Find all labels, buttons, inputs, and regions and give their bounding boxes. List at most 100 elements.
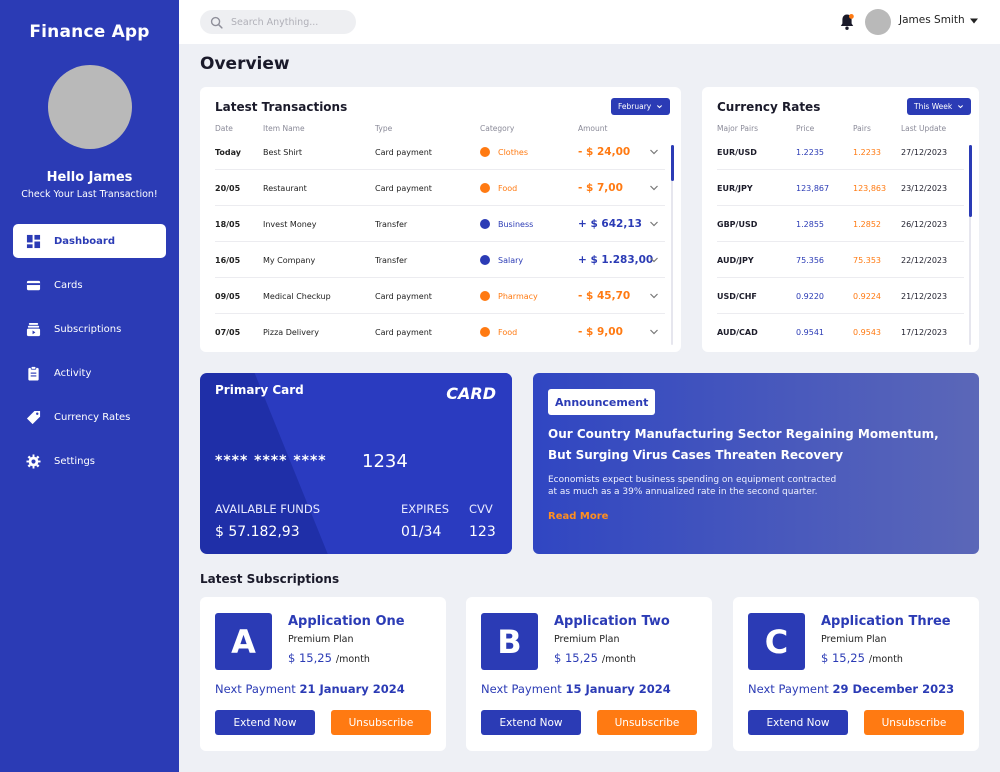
tx-type: Card payment <box>375 183 432 193</box>
transactions-month-dropdown[interactable]: February <box>611 98 671 115</box>
table-row[interactable]: AUD/JPY 75.356 75.353 22/12/2023 <box>717 242 964 278</box>
sidebar-item-currency-rates[interactable]: Currency Rates <box>13 400 166 434</box>
transactions-scroll-thumb[interactable] <box>671 145 674 181</box>
currency-last-update: 22/12/2023 <box>901 255 948 265</box>
currency-price: 0.9220 <box>796 291 824 301</box>
currency-scroll-thumb[interactable] <box>969 145 972 217</box>
bell-icon[interactable] <box>839 13 855 31</box>
sidebar-item-cards[interactable]: Cards <box>13 268 166 302</box>
app-letter-icon: B <box>481 613 538 670</box>
sidebar-item-label: Settings <box>54 455 96 467</box>
next-payment-label: Next Payment <box>481 682 562 696</box>
table-row[interactable]: Today Best Shirt Card payment Clothes - $ 24… <box>215 134 665 170</box>
dropdown-value: February <box>618 102 652 111</box>
sidebar-item-subscriptions[interactable]: Subscriptions <box>13 312 166 346</box>
page-title: Overview <box>200 54 290 74</box>
row-expand[interactable] <box>649 170 659 206</box>
tx-type: Card payment <box>375 327 432 337</box>
currency-pair: USD/CHF <box>717 291 757 301</box>
column-header: Major Pairs <box>717 124 759 133</box>
user-avatar[interactable] <box>865 9 891 35</box>
tx-item: Restaurant <box>263 183 307 193</box>
unsubscribe-button[interactable]: Unsubscribe <box>864 710 964 735</box>
table-row[interactable]: 07/05 Pizza Delivery Card payment Food - $ 9… <box>215 314 665 350</box>
extend-now-button[interactable]: Extend Now <box>748 710 848 735</box>
table-row[interactable]: AUD/CAD 0.9541 0.9543 17/12/2023 <box>717 314 964 350</box>
unsubscribe-button[interactable]: Unsubscribe <box>331 710 431 735</box>
category-dot <box>480 183 490 193</box>
chevron-down-icon <box>657 105 663 109</box>
extend-now-button[interactable]: Extend Now <box>481 710 581 735</box>
caret-down-icon[interactable] <box>969 17 979 25</box>
read-more-link[interactable]: Read More <box>548 511 608 522</box>
headline-line: Our Country Manufacturing Sector Regaini… <box>548 427 939 441</box>
category-dot <box>480 327 490 337</box>
subscription-price: $ 15,25/month <box>821 651 903 665</box>
price-period: /month <box>335 654 370 665</box>
chevron-down-icon <box>650 221 658 227</box>
tx-date: 18/05 <box>215 219 241 229</box>
profile-avatar[interactable] <box>48 65 132 149</box>
currency-last-update: 21/12/2023 <box>901 291 948 301</box>
row-expand[interactable] <box>649 278 659 314</box>
headline-line: But Surging Virus Cases Threaten Recover… <box>548 448 844 462</box>
user-name[interactable]: James Smith <box>899 14 965 26</box>
sidebar-item-dashboard[interactable]: Dashboard <box>13 224 166 258</box>
currency-price: 1.2855 <box>796 219 824 229</box>
currency-last-update: 23/12/2023 <box>901 183 948 193</box>
table-row[interactable]: EUR/USD 1.2235 1.2233 27/12/2023 <box>717 134 964 170</box>
table-row[interactable]: 09/05 Medical Checkup Card payment Pharmacy… <box>215 278 665 314</box>
extend-now-button[interactable]: Extend Now <box>215 710 315 735</box>
currency-last-update: 17/12/2023 <box>901 327 948 337</box>
table-row[interactable]: GBP/USD 1.2855 1.2852 26/12/2023 <box>717 206 964 242</box>
table-row[interactable]: 18/05 Invest Money Transfer Business + $ 642… <box>215 206 665 242</box>
price-value: $ 15,25 <box>288 651 332 665</box>
row-expand[interactable] <box>649 242 659 278</box>
currency-period-dropdown[interactable]: This Week <box>907 98 972 115</box>
row-expand[interactable] <box>649 314 659 350</box>
next-payment-label: Next Payment <box>748 682 829 696</box>
funds-value: $ 57.182,93 <box>215 524 300 540</box>
card-brand: CARD <box>446 384 496 403</box>
app-letter-icon: A <box>215 613 272 670</box>
currency-price: 0.9541 <box>796 327 824 337</box>
table-row[interactable]: EUR/JPY 123,867 123,863 23/12/2023 <box>717 170 964 206</box>
tx-item: Invest Money <box>263 219 317 229</box>
next-payment-date: 21 January 2024 <box>299 682 405 696</box>
chevron-down-icon <box>958 105 964 109</box>
body-line: at as much as a 39% annualized rate in t… <box>548 487 818 497</box>
column-header: Amount <box>578 124 608 133</box>
table-row[interactable]: USD/CHF 0.9220 0.9224 21/12/2023 <box>717 278 964 314</box>
card-last4: 1234 <box>362 451 408 472</box>
sidebar-item-settings[interactable]: Settings <box>13 444 166 478</box>
next-payment: Next Payment 15 January 2024 <box>481 682 671 696</box>
tx-amount: + $ 642,13 <box>578 218 642 230</box>
tx-category: Food <box>480 314 517 350</box>
price-period: /month <box>868 654 903 665</box>
category-label: Pharmacy <box>498 291 538 301</box>
tx-type: Transfer <box>375 255 408 265</box>
tx-type: Transfer <box>375 219 408 229</box>
currency-pair: EUR/JPY <box>717 183 753 193</box>
table-row[interactable]: 20/05 Restaurant Card payment Food - $ 7,00 <box>215 170 665 206</box>
table-row[interactable]: 16/05 My Company Transfer Salary + $ 1.283,0… <box>215 242 665 278</box>
credit-card-icon <box>26 280 41 290</box>
app-letter-icon: C <box>748 613 805 670</box>
tx-type: Card payment <box>375 291 432 301</box>
unsubscribe-button[interactable]: Unsubscribe <box>597 710 697 735</box>
primary-card[interactable]: Primary Card CARD **** **** **** 1234 AV… <box>200 373 512 554</box>
announcement-body: Economists expect business spending on e… <box>548 474 928 498</box>
row-expand[interactable] <box>649 206 659 242</box>
tx-date: Today <box>215 147 241 157</box>
tx-item: Pizza Delivery <box>263 327 319 337</box>
search-input[interactable] <box>231 16 346 28</box>
currency-pairs: 0.9543 <box>853 327 881 337</box>
subscription-name: Application One <box>288 614 405 629</box>
sidebar-nav: Dashboard Cards Subscriptions Activity C… <box>13 224 166 488</box>
row-expand[interactable] <box>649 134 659 170</box>
subscription-plan: Premium Plan <box>554 634 620 645</box>
sidebar-item-activity[interactable]: Activity <box>13 356 166 390</box>
price-value: $ 15,25 <box>821 651 865 665</box>
announcement-badge: Announcement <box>548 389 656 415</box>
search-box[interactable] <box>200 10 356 34</box>
